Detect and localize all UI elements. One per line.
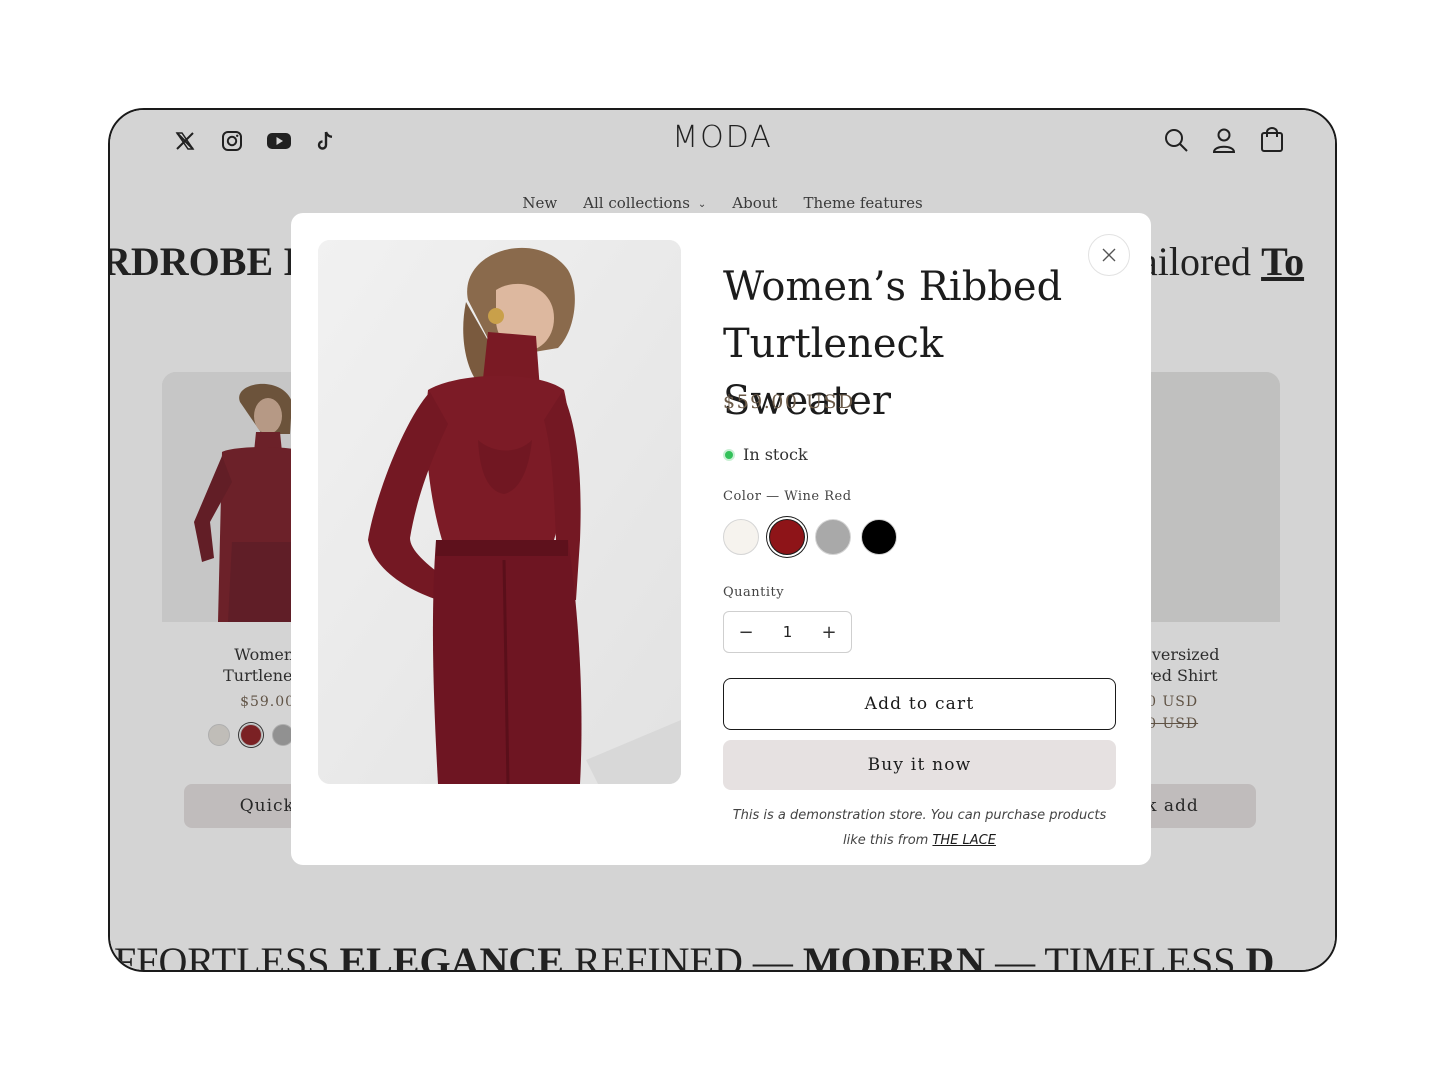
quantity-stepper: − 1 +	[723, 611, 852, 653]
swatch-wine-red[interactable]	[769, 519, 805, 555]
product-price: $59.00 USD	[723, 391, 855, 413]
browser-frame: MODA New All collections ⌄ About Theme fe…	[108, 108, 1337, 972]
color-swatches	[723, 519, 897, 555]
quantity-input[interactable]: 1	[783, 623, 793, 641]
quick-view-modal: Women’s Ribbed Turtleneck Sweater $59.00…	[291, 213, 1151, 865]
add-to-cart-button[interactable]: Add to cart	[723, 678, 1116, 730]
demo-notice: This is a demonstration store. You can p…	[723, 803, 1116, 853]
demo-text: This is a demonstration store. You can p…	[732, 808, 1107, 848]
swatch-grey[interactable]	[815, 519, 851, 555]
decrease-quantity-button[interactable]: −	[736, 622, 756, 643]
buy-now-button[interactable]: Buy it now	[723, 740, 1116, 790]
increase-quantity-button[interactable]: +	[819, 622, 839, 643]
demo-store-link[interactable]: THE LACE	[932, 833, 996, 848]
in-stock-dot-icon	[723, 448, 735, 461]
color-label: Color — Wine Red	[723, 489, 852, 504]
swatch-black[interactable]	[861, 519, 897, 555]
swatch-ivory[interactable]	[723, 519, 759, 555]
stock-status: In stock	[723, 445, 808, 464]
product-main-image[interactable]	[318, 240, 681, 784]
stock-label: In stock	[743, 445, 808, 464]
quantity-label: Quantity	[723, 585, 785, 600]
